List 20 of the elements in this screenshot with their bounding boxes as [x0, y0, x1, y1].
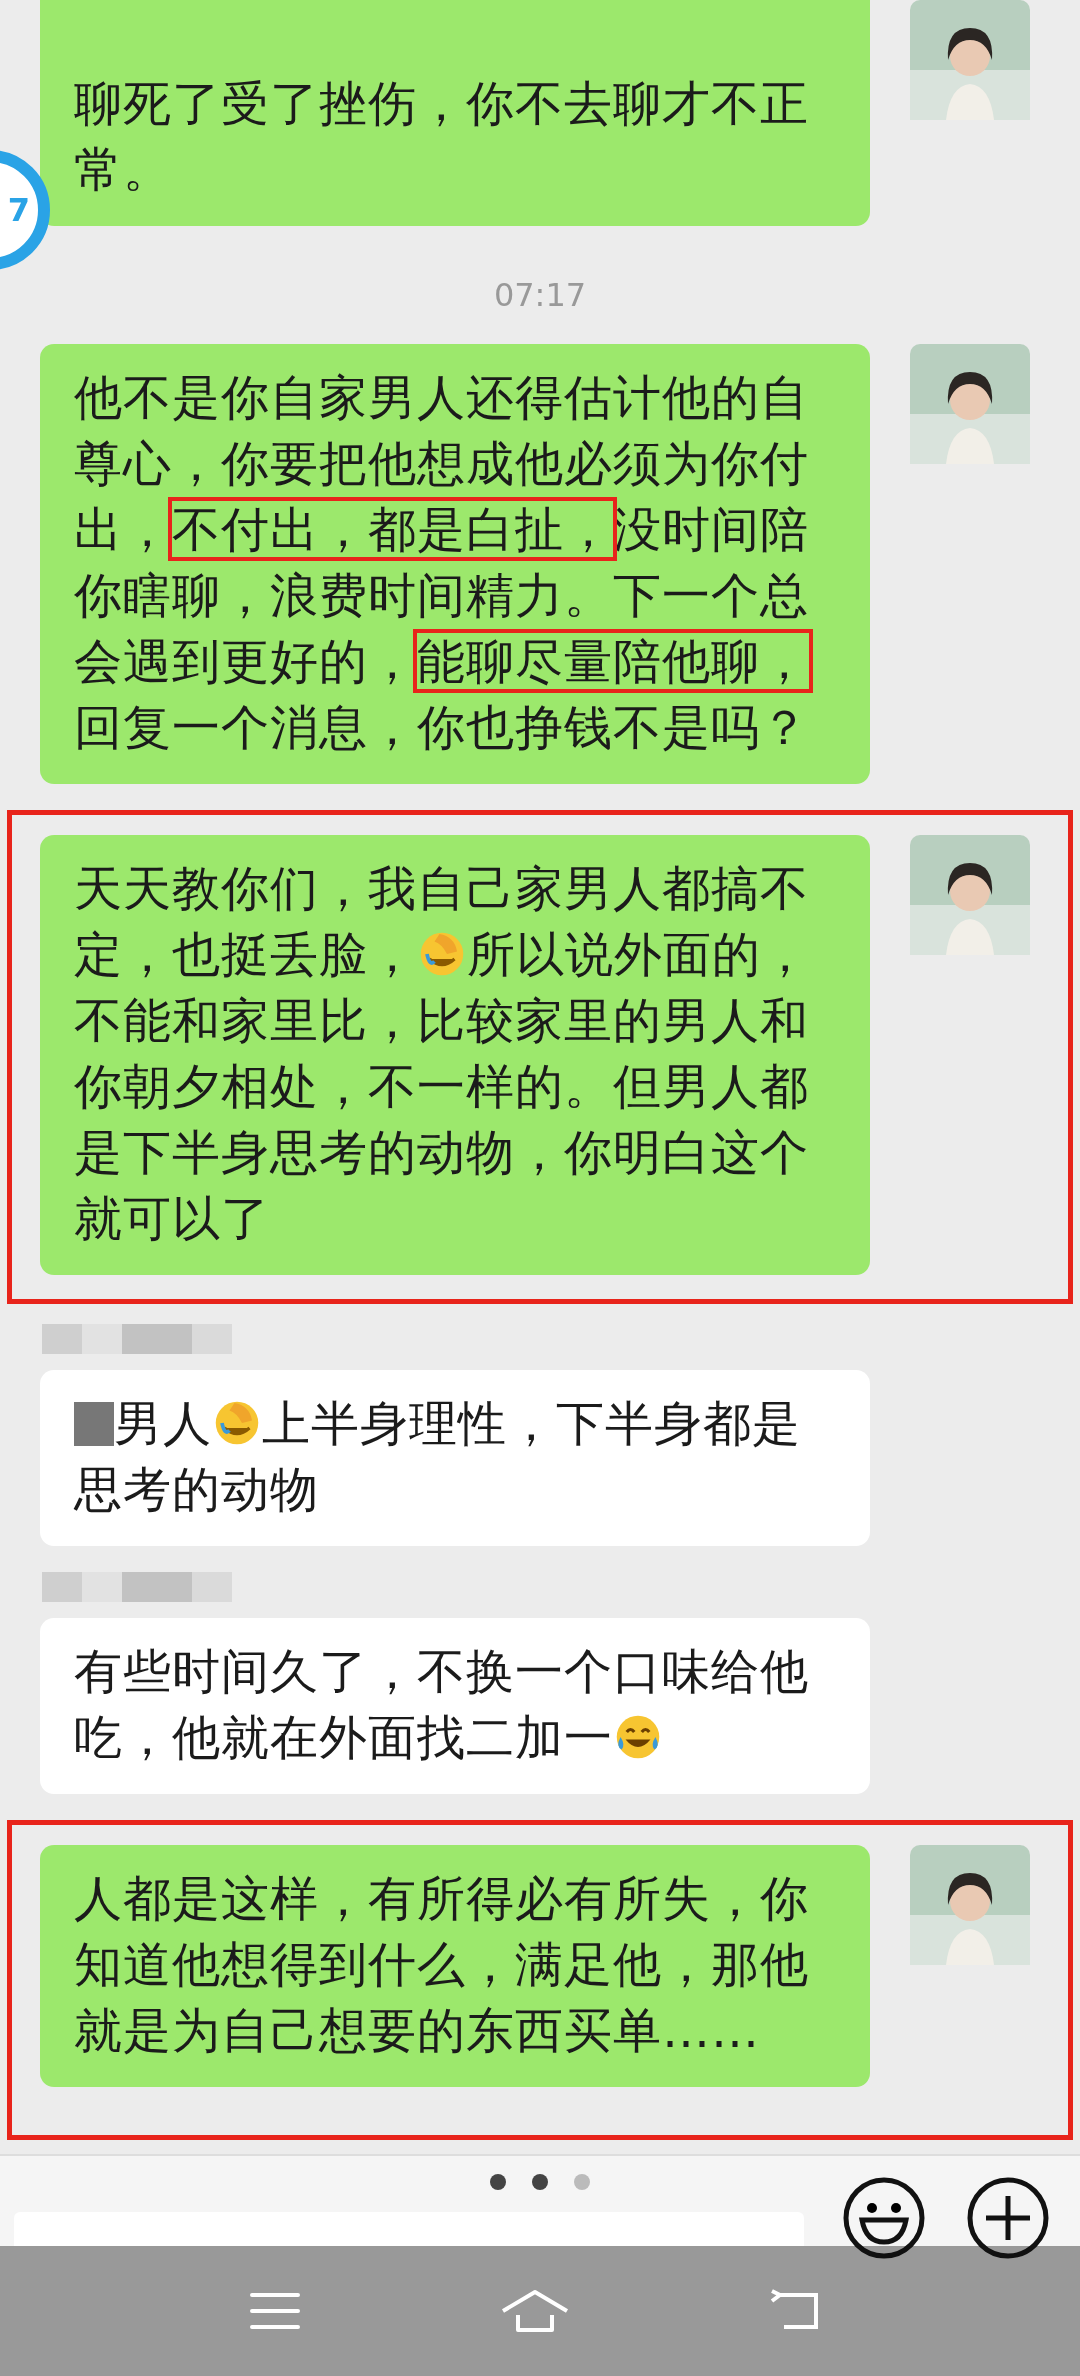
emoji-icon[interactable] [842, 2176, 926, 2260]
blurred-character [74, 1402, 114, 1446]
home-icon[interactable] [500, 2289, 570, 2333]
message-bubble: 人都是这样，有所得必有所失，你知道他想得到什么，满足他，那他就是为自己想要的东西买单…… [40, 1845, 870, 2087]
timestamp: 07:17 [493, 276, 587, 314]
avatar[interactable] [910, 835, 1030, 955]
avatar[interactable] [910, 0, 1030, 120]
page-dot[interactable] [532, 2174, 548, 2190]
message-bubble: 聊死了受了挫伤，你不去聊才不正常。 [40, 0, 870, 226]
floating-badge[interactable]: 7 [0, 150, 50, 270]
message-bubble: 天天教你们，我自己家男人都搞不定，也挺丢脸， 所以说外面的，不能和家里比，比较家里的男人和你朝夕相处，不一样的。但男人都是下半身思考的动物，你明白这个就可以了 [40, 835, 870, 1275]
page-dot[interactable] [574, 2174, 590, 2190]
message-bubble: 男人 上半身理性，下半身都是思考的动物 [40, 1370, 870, 1546]
input-field[interactable] [14, 2212, 804, 2246]
message-bubble: 有些时间久了，不换一个口味给他吃，他就在外面找二加一 [40, 1618, 870, 1794]
avatar[interactable] [910, 344, 1030, 464]
avatar[interactable] [910, 1845, 1030, 1965]
message-bubble: 他不是你自家男人还得估计他的自尊心，你要把他想成他必须为你付出，不付出，都是白扯，没时间陪你瞎聊，浪费时间精力。下一个总会遇到更好的，能聊尽量陪他聊， 回复一个消息，你也挣钱不是吗？ [40, 344, 870, 784]
plus-icon[interactable] [966, 2176, 1050, 2260]
page-dot[interactable] [490, 2174, 506, 2190]
